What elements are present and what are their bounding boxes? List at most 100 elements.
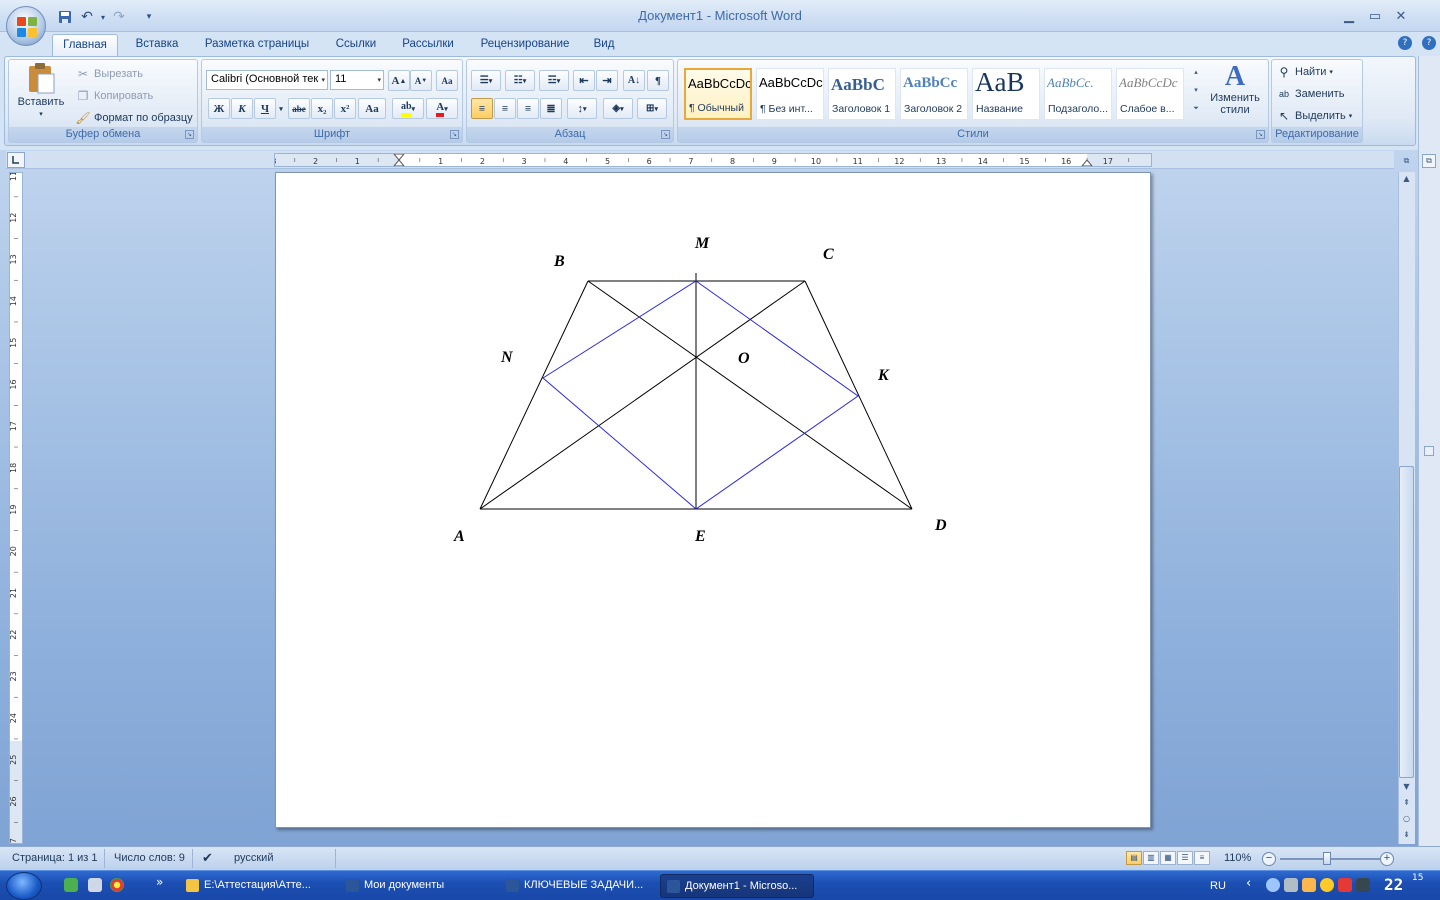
page-count[interactable]: Страница: 1 из 1 [12,852,98,864]
clear-format-icon[interactable]: Aa [436,70,458,91]
replace-button[interactable]: ab Заменить [1276,86,1344,102]
find-button[interactable]: ⚲ Найти ▾ [1276,64,1333,80]
taskbar-item-my-documents[interactable]: Мои документы [340,874,492,898]
taskbar-item-document1[interactable]: Документ1 - Microso... [660,874,814,898]
cut-button[interactable]: ✂ Вырезать [75,66,143,82]
font-size-combo[interactable]: 11 ▾ [330,70,384,90]
maximize-button[interactable]: ▭ [1364,6,1386,26]
outline-view-button[interactable]: ☰ [1177,851,1193,865]
document-page[interactable]: B M C N O K A E D [275,172,1151,828]
view-ruler-icon[interactable]: ⧉ [1399,154,1414,168]
minimize-button[interactable]: ▁ [1338,6,1360,26]
tray-icon-5[interactable] [1338,878,1352,892]
word-count[interactable]: Число слов: 9 [114,852,185,864]
superscript-button[interactable]: x² [334,98,356,119]
tray-icon-3[interactable] [1302,878,1316,892]
styles-launcher-icon[interactable]: ↘ [1256,130,1265,139]
zoom-in-button[interactable]: + [1380,852,1394,866]
scroll-down-button[interactable]: ▼ [1399,780,1414,794]
style-heading-1[interactable]: AaBbC Заголовок 1 [828,68,896,120]
bullets-button[interactable]: ☰ ▾ [471,70,501,91]
borders-button[interactable]: ⊞ ▾ [637,98,667,119]
shrink-font-button[interactable]: A ▼ [410,70,432,91]
tab-home[interactable]: Главная [52,34,118,56]
proofing-icon[interactable]: ✔ [202,850,213,866]
style-subtitle[interactable]: AaBbCc. Подзаголо... [1044,68,1112,120]
tab-selector[interactable] [7,152,25,168]
browser-icon[interactable] [110,878,124,892]
subscript-button[interactable]: x₂ [311,98,333,119]
close-button[interactable]: ✕ [1390,6,1412,26]
numbering-button[interactable]: ☷ ▾ [505,70,535,91]
paragraph-launcher-icon[interactable]: ↘ [661,130,670,139]
tab-mailings[interactable]: Рассылки [394,34,462,56]
change-case-button[interactable]: Aa [358,98,386,119]
underline-dropdown-icon[interactable]: ▾ [276,98,286,119]
previous-page-button[interactable]: ⇞ [1399,796,1414,810]
split-icon[interactable]: ⧉ [1422,154,1436,168]
select-button[interactable]: ↖ Выделить ▾ [1276,108,1352,124]
change-styles-button[interactable]: A Изменить стили [1206,62,1264,117]
show-marks-button[interactable]: ¶ [647,70,669,91]
full-reading-view-button[interactable]: ▥ [1143,851,1159,865]
strikethrough-button[interactable]: abe [288,98,310,119]
format-painter-button[interactable]: 🖌 Формат по образцу [75,110,192,126]
align-right-button[interactable]: ≡ [517,98,539,119]
draft-view-button[interactable]: ≡ [1194,851,1210,865]
desktop-icon[interactable] [88,878,102,892]
shading-button[interactable]: ◈ ▾ [603,98,633,119]
vertical-ruler[interactable]: 11 12 13 14 15 16 17 18 19 20 21 22 23 24 25 26 27 [9,171,23,865]
copy-button[interactable]: ❐ Копировать [75,88,154,104]
font-color-button[interactable]: A ▾ [426,98,458,119]
grow-font-button[interactable]: A ▲ [388,70,410,91]
clock-minute[interactable]: 15 [1412,873,1423,883]
justify-button[interactable]: ≣ [540,98,562,119]
underline-button[interactable]: Ч [254,98,276,119]
tab-references[interactable]: Ссылки [328,34,384,56]
scroll-thumb[interactable] [1399,466,1414,778]
align-center-button[interactable]: ≡ [494,98,516,119]
bold-button[interactable]: Ж [208,98,230,119]
paste-button[interactable]: Вставить ▾ [13,62,69,128]
line-spacing-button[interactable]: ↕ ▾ [567,98,597,119]
zoom-level[interactable]: 110% [1224,852,1251,864]
tab-page-layout[interactable]: Разметка страницы [196,34,318,56]
increase-indent-button[interactable]: ⇥ [596,70,618,91]
clipboard-launcher-icon[interactable]: ↘ [185,130,194,139]
align-left-button[interactable]: ≡ [471,98,493,119]
tray-icon-2[interactable] [1284,878,1298,892]
taskbar-item-key-tasks[interactable]: КЛЮЧЕВЫЕ ЗАДАЧИ... [500,874,652,898]
start-button[interactable] [6,872,42,900]
tray-expand-icon[interactable]: ‹ [1246,876,1251,891]
language-indicator[interactable]: русский [234,852,273,864]
highlight-button[interactable]: ab ▾ [392,98,424,119]
multilevel-list-button[interactable]: ☲ ▾ [539,70,569,91]
office-button[interactable] [6,6,46,46]
browse-object-button[interactable]: ○ [1399,812,1414,826]
style-normal[interactable]: AaBbCcDc ¶ Обычный [684,68,752,120]
font-name-combo[interactable]: Calibri (Основной тек ▾ [206,70,328,90]
italic-button[interactable]: К [231,98,253,119]
styles-scroll-down-icon[interactable]: ▾ [1190,86,1202,102]
help-icon-2[interactable]: ? [1422,36,1436,50]
style-heading-2[interactable]: AaBbCc Заголовок 2 [900,68,968,120]
split-handle-icon[interactable] [1424,446,1434,456]
font-launcher-icon[interactable]: ↘ [450,130,459,139]
style-no-spacing[interactable]: AaBbCcDc ¶ Без инт... [756,68,824,120]
tray-icon-1[interactable] [1266,878,1280,892]
tray-icon-4[interactable] [1320,878,1334,892]
clock-hour[interactable]: 22 [1384,875,1403,894]
print-layout-view-button[interactable]: ▤ [1126,851,1142,865]
tray-icon-6[interactable] [1356,878,1370,892]
tab-insert[interactable]: Вставка [126,34,188,56]
web-layout-view-button[interactable]: ▦ [1160,851,1176,865]
taskbar-item-explorer[interactable]: E:\Аттестация\Атте... [180,874,332,898]
network-icon[interactable] [64,878,78,892]
styles-scroll-up-icon[interactable]: ▴ [1190,68,1202,84]
quicklaunch-more-icon[interactable]: » [156,875,163,889]
style-subtle-emphasis[interactable]: AaBbCcDc Слабое в... [1116,68,1184,120]
horizontal-ruler[interactable]: 3211234567891011121314151617 [271,153,1152,167]
sort-button[interactable]: A↓ [623,70,645,91]
scroll-up-button[interactable]: ▲ [1399,172,1414,186]
tab-view[interactable]: Вид [588,34,620,56]
